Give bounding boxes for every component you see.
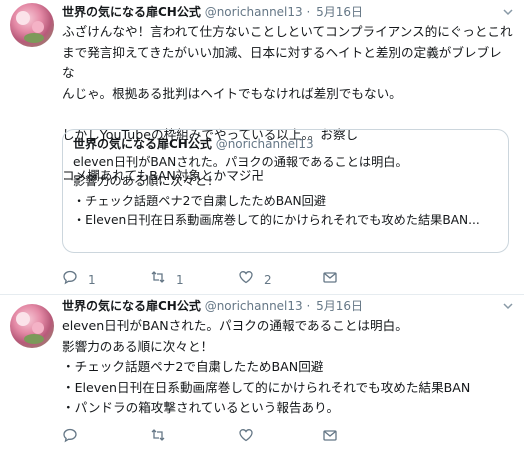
quoted-tweet-header: 世界の気になる扉CH公式 @norichannel13 bbox=[73, 135, 498, 153]
tweet-header: 世界の気になる扉CH公式 @norichannel13 · 5月16日 bbox=[62, 2, 514, 22]
reply-icon bbox=[62, 269, 78, 291]
quoted-text-line: ・チェック話題ペナ2で自粛したためBAN回避 bbox=[73, 193, 326, 208]
separator: · bbox=[306, 299, 311, 313]
tweet-time[interactable]: 5月16日 bbox=[316, 5, 363, 19]
tweet-text-line: ふざけんなや！言われて仕方ないことしといてコンプライアンス的にぐっとこれ bbox=[62, 24, 513, 39]
author-name[interactable]: 世界の気になる扉CH公式 bbox=[62, 5, 201, 19]
author-name[interactable]: 世界の気になる扉CH公式 bbox=[62, 299, 201, 313]
tweet[interactable]: 世界の気になる扉CH公式 @norichannel13 · 5月16日 elev… bbox=[0, 294, 524, 446]
retweet-icon bbox=[150, 269, 166, 291]
retweet-count: 1 bbox=[176, 273, 184, 287]
tweet-text-line: eleven日刊がBANされた。パヨクの通報であることは明白。 bbox=[62, 318, 408, 333]
reply-count: 1 bbox=[88, 273, 96, 287]
author-handle[interactable]: @norichannel13 bbox=[205, 5, 303, 19]
retweet-button[interactable]: 1 bbox=[150, 270, 184, 290]
direct-message-button[interactable] bbox=[322, 270, 338, 290]
avatar[interactable] bbox=[10, 304, 54, 348]
like-count: 2 bbox=[264, 273, 272, 287]
avatar[interactable] bbox=[10, 3, 54, 47]
quoted-text-line: eleven日刊がBANされた。パヨクの通報であることは明白。 bbox=[73, 155, 408, 169]
separator: · bbox=[306, 5, 311, 19]
tweet-text-line: ・Eleven日刊在日系動画席巻して的にかけられそれでも攻めた結果BAN bbox=[62, 379, 471, 395]
quoted-tweet[interactable]: 世界の気になる扉CH公式 @norichannel13 eleven日刊がBAN… bbox=[62, 129, 509, 253]
tweet-header: 世界の気になる扉CH公式 @norichannel13 · 5月16日 bbox=[62, 296, 514, 316]
quoted-author-handle: @norichannel13 bbox=[215, 137, 314, 151]
tweet-text-line: んじゃ。根拠ある批判はヘイトでもなければ差別でもない。 bbox=[62, 85, 402, 101]
like-button[interactable]: 2 bbox=[238, 270, 272, 290]
tweet-time[interactable]: 5月16日 bbox=[316, 299, 363, 313]
heart-icon bbox=[238, 269, 254, 291]
direct-message-button[interactable] bbox=[322, 428, 338, 448]
tweet[interactable]: 世界の気になる扉CH公式 @norichannel13 · 5月16日 ふざけん… bbox=[0, 0, 524, 295]
retweet-button[interactable] bbox=[150, 428, 176, 448]
chevron-down-icon[interactable] bbox=[502, 6, 514, 18]
quoted-text-line: 影響力のある順に次々と！ bbox=[73, 174, 220, 189]
tweet-text-line: ・パンドラの箱攻撃されているという報告あり。 bbox=[62, 400, 340, 415]
author-handle[interactable]: @norichannel13 bbox=[205, 299, 303, 313]
tweet-text-line: まで発言抑えてきたがいい加減、日本に対するヘイトと差別の定義がブレブレな bbox=[62, 44, 502, 81]
quoted-text-line: ・Eleven日刊在日系動画席巻して的にかけられそれでも攻めた結果BAN... bbox=[73, 212, 480, 227]
reply-button[interactable]: 1 bbox=[62, 270, 96, 290]
tweet-text-line: 影響力のある順に次々と！ bbox=[62, 338, 214, 354]
tweet-text: eleven日刊がBANされた。パヨクの通報であることは明白。 影響力のある順に… bbox=[62, 316, 514, 419]
chevron-down-icon[interactable] bbox=[502, 300, 514, 312]
quoted-author-name: 世界の気になる扉CH公式 bbox=[73, 137, 212, 151]
tweet-text-line: ・チェック話題ペナ2で自粛したためBAN回避 bbox=[62, 359, 324, 374]
envelope-icon bbox=[322, 269, 338, 291]
reply-button[interactable] bbox=[62, 428, 88, 448]
like-button[interactable] bbox=[238, 428, 264, 448]
